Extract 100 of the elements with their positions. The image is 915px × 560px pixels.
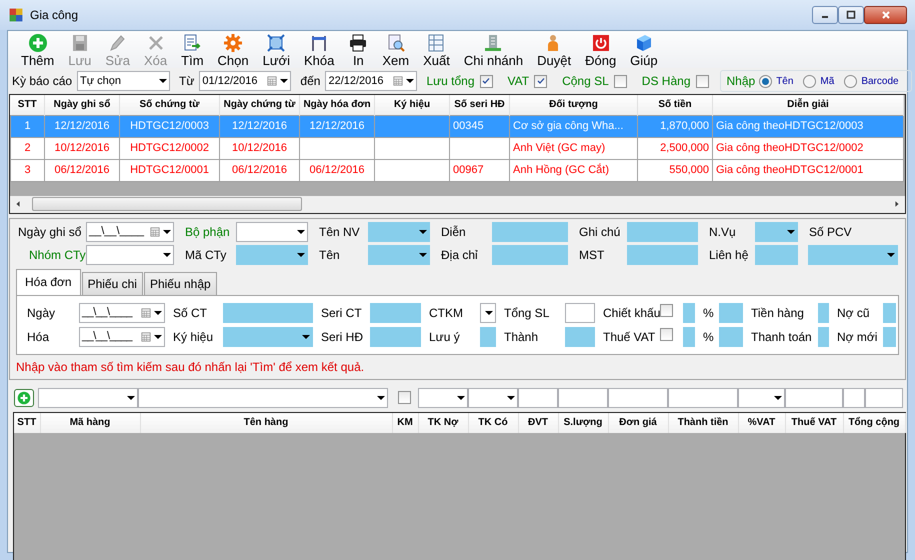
column-header[interactable]: Thành tiền	[668, 412, 738, 432]
dropdown-field[interactable]	[86, 244, 174, 264]
column-header[interactable]: Tổng cộng	[843, 412, 905, 432]
text-field[interactable]	[843, 388, 865, 408]
text-field[interactable]	[785, 388, 843, 408]
text-field[interactable]	[480, 326, 496, 346]
text-field[interactable]	[608, 388, 668, 408]
toolbar-button[interactable]: Xuất	[416, 33, 457, 68]
dropdown-field[interactable]	[468, 388, 518, 408]
text-field[interactable]	[865, 388, 903, 408]
text-field[interactable]	[565, 302, 595, 322]
toolbar-button[interactable]: Duyệt	[530, 33, 578, 68]
text-field[interactable]	[370, 302, 421, 322]
toolbar-button[interactable]: Giúp	[623, 33, 665, 68]
dropdown-field[interactable]	[418, 388, 468, 408]
dropdown-field[interactable]	[738, 388, 785, 408]
text-field[interactable]	[883, 326, 896, 346]
checkbox[interactable]	[660, 304, 673, 316]
column-header[interactable]: Số chứng từ	[120, 95, 220, 115]
column-header[interactable]: Mã hàng	[40, 412, 140, 432]
toolbar-button[interactable]: Chọn	[210, 33, 256, 68]
text-field[interactable]	[518, 388, 558, 408]
column-header[interactable]: KM	[392, 412, 418, 432]
text-field[interactable]	[883, 302, 896, 322]
dropdown-field[interactable]	[480, 302, 496, 322]
text-field[interactable]	[492, 244, 568, 264]
dropdown-field[interactable]	[223, 326, 313, 346]
text-field[interactable]	[683, 302, 695, 322]
column-header[interactable]: TK Nợ	[418, 412, 468, 432]
checkbox[interactable]	[660, 328, 673, 340]
text-field[interactable]	[668, 388, 738, 408]
column-header[interactable]: Đối tượng	[510, 95, 638, 115]
scrollbar-thumb[interactable]	[32, 197, 302, 211]
tab[interactable]: Phiếu nhập	[144, 272, 217, 294]
dropdown-field[interactable]	[236, 222, 308, 242]
tab[interactable]: Hóa đơn	[16, 268, 81, 294]
column-header[interactable]: ĐVT	[518, 412, 558, 432]
column-header[interactable]: S.lượng	[558, 412, 608, 432]
text-field[interactable]	[627, 244, 698, 264]
date-field[interactable]: __\__\____	[86, 222, 174, 242]
dropdown-field[interactable]	[138, 388, 388, 408]
dropdown-field[interactable]	[38, 388, 138, 408]
toolbar-button[interactable]: In	[341, 33, 376, 68]
column-header[interactable]: Diễn giải	[712, 95, 904, 115]
dropdown-field[interactable]	[368, 244, 430, 264]
checkbox[interactable]	[696, 74, 708, 88]
table-row[interactable]: 3 06/12/2016 HDTGC12/0001 06/12/2016 06/12/2016 00967 Anh Hồng (GC Cắt) 550,000 Gia công theoHDTGC12/0001	[10, 159, 904, 181]
column-header[interactable]: %VAT	[738, 412, 785, 432]
text-field[interactable]	[683, 326, 695, 346]
column-header[interactable]: Đơn giá	[608, 412, 668, 432]
radio-button[interactable]	[803, 74, 816, 88]
column-header[interactable]: STT	[14, 412, 40, 432]
text-field[interactable]	[223, 302, 313, 322]
checkbox[interactable]	[480, 74, 493, 88]
column-header[interactable]: STT	[10, 95, 44, 115]
text-field[interactable]	[719, 326, 743, 346]
dropdown-field[interactable]	[808, 244, 898, 264]
text-field[interactable]	[627, 222, 698, 242]
dropdown-field[interactable]	[755, 222, 798, 242]
table-row[interactable]: 2 10/12/2016 HDTGC12/0002 10/12/2016 Anh Việt (GC may) 2,500,000 Gia công theoHDTGC12/0002	[10, 137, 904, 159]
date-field[interactable]: 22/12/2016	[325, 71, 418, 91]
text-field[interactable]	[370, 326, 421, 346]
dropdown-field[interactable]: Tự chọn	[77, 71, 170, 91]
tab[interactable]: Phiếu chi	[82, 272, 143, 294]
checkbox[interactable]	[398, 391, 411, 404]
column-header[interactable]: Tên hàng	[140, 412, 392, 432]
toolbar-button[interactable]: Đóng	[578, 33, 624, 68]
radio-button[interactable]	[844, 74, 858, 88]
date-field[interactable]: __\__\____	[79, 302, 165, 322]
column-header[interactable]: Ký hiệu	[374, 95, 450, 115]
date-field[interactable]: 01/12/2016	[199, 71, 292, 91]
column-header[interactable]: Ngày ghi sổ	[44, 95, 120, 115]
toolbar-button[interactable]: Chi nhánh	[456, 33, 530, 68]
dropdown-field[interactable]	[368, 222, 430, 242]
radio-button[interactable]	[759, 74, 772, 88]
text-field[interactable]	[719, 302, 743, 322]
column-header[interactable]: Số tiền	[638, 95, 712, 115]
text-field[interactable]	[565, 326, 595, 346]
toolbar-button[interactable]: Xem	[375, 33, 416, 68]
text-field[interactable]	[492, 222, 568, 242]
column-header[interactable]: Ngày chứng từ	[220, 95, 300, 115]
toolbar-button[interactable]: Khóa	[296, 33, 342, 68]
column-header[interactable]: Số seri HĐ	[450, 95, 510, 115]
close-button[interactable]	[864, 6, 907, 24]
column-header[interactable]: Thuế VAT	[785, 412, 843, 432]
text-field[interactable]	[558, 388, 608, 408]
text-field[interactable]	[818, 326, 829, 346]
toolbar-button[interactable]: Thêm	[14, 33, 62, 68]
toolbar-button[interactable]: Lưới	[256, 33, 297, 68]
toolbar-button[interactable]: Tìm	[174, 33, 211, 68]
add-button[interactable]	[14, 388, 34, 406]
text-field[interactable]	[818, 302, 829, 322]
text-field[interactable]	[755, 244, 798, 264]
date-field[interactable]: __\__\____	[79, 326, 165, 346]
minimize-button[interactable]	[812, 6, 838, 24]
checkbox[interactable]	[614, 74, 627, 88]
column-header[interactable]: TK Có	[468, 412, 518, 432]
column-header[interactable]: Ngày hóa đơn	[300, 95, 374, 115]
maximize-button[interactable]	[838, 6, 864, 24]
dropdown-field[interactable]	[236, 244, 308, 264]
